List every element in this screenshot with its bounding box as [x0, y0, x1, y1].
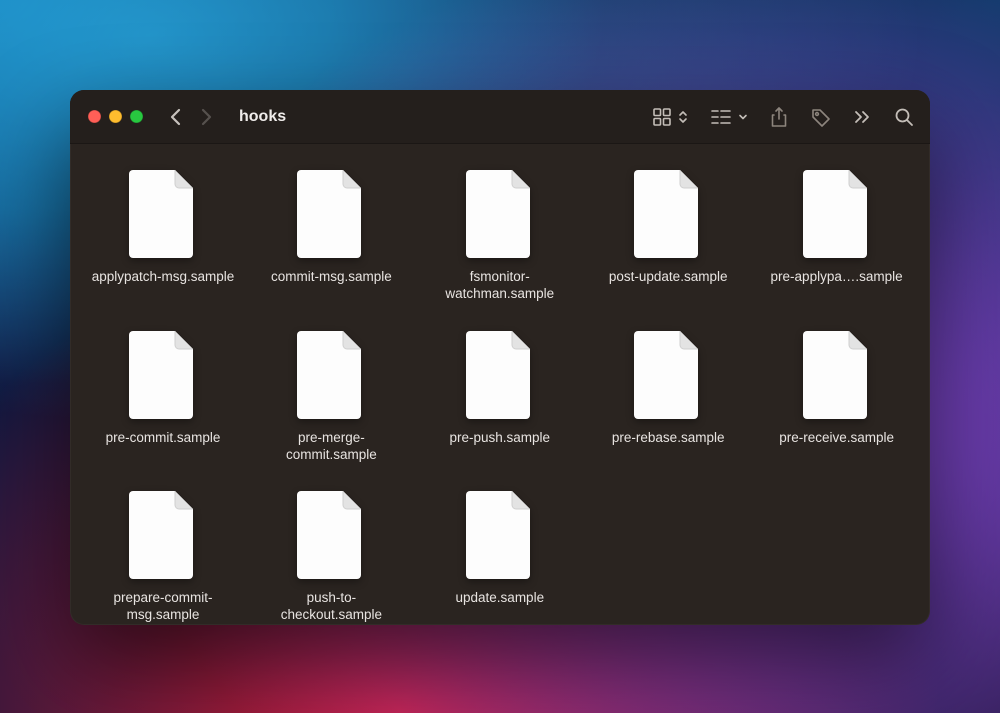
- document-icon: [295, 329, 367, 421]
- file-label: fsmonitor-watchman.sample: [425, 268, 575, 303]
- tags-button[interactable]: [810, 107, 832, 127]
- document-icon: [801, 168, 873, 260]
- titlebar: hooks: [70, 90, 930, 144]
- search-button[interactable]: [894, 107, 914, 127]
- icon-grid-icon: [652, 107, 672, 127]
- toolbar-right: [652, 106, 914, 128]
- forward-button[interactable]: [200, 107, 213, 127]
- file-label: update.sample: [456, 589, 545, 606]
- file-label: pre-applypa….sample: [771, 268, 903, 285]
- file-label: post-update.sample: [609, 268, 728, 285]
- back-button[interactable]: [169, 107, 182, 127]
- file-item[interactable]: pre-commit.sample: [88, 329, 238, 464]
- document-icon: [632, 329, 704, 421]
- document-icon: [464, 168, 536, 260]
- minimize-button[interactable]: [109, 110, 122, 123]
- chevron-updown-icon: [678, 109, 688, 125]
- window-controls: [88, 110, 143, 123]
- document-icon: [632, 168, 704, 260]
- file-label: pre-commit.sample: [106, 429, 221, 446]
- file-item[interactable]: push-to-checkout.sample: [256, 489, 406, 624]
- file-grid: applypatch-msg.sample commit-msg.sample fs…: [88, 168, 912, 624]
- file-label: pre-rebase.sample: [612, 429, 725, 446]
- file-item[interactable]: update.sample: [425, 489, 575, 624]
- file-label: commit-msg.sample: [271, 268, 392, 285]
- view-mode-button[interactable]: [652, 107, 688, 127]
- chevron-down-icon: [738, 112, 748, 122]
- file-item[interactable]: commit-msg.sample: [256, 168, 406, 303]
- file-item[interactable]: pre-merge-commit.sample: [256, 329, 406, 464]
- content-area[interactable]: applypatch-msg.sample commit-msg.sample fs…: [70, 144, 930, 625]
- search-icon: [894, 107, 914, 127]
- document-icon: [801, 329, 873, 421]
- nav-buttons: [169, 107, 213, 127]
- file-item[interactable]: pre-receive.sample: [762, 329, 912, 464]
- file-item[interactable]: applypatch-msg.sample: [88, 168, 238, 303]
- more-button[interactable]: [854, 109, 872, 125]
- document-icon: [464, 329, 536, 421]
- file-label: pre-receive.sample: [779, 429, 894, 446]
- share-icon: [770, 106, 788, 128]
- finder-window: hooks: [70, 90, 930, 625]
- zoom-button[interactable]: [130, 110, 143, 123]
- document-icon: [295, 168, 367, 260]
- tag-icon: [810, 107, 832, 127]
- file-item[interactable]: pre-applypa….sample: [762, 168, 912, 303]
- file-label: prepare-commit-msg.sample: [88, 589, 238, 624]
- close-button[interactable]: [88, 110, 101, 123]
- document-icon: [127, 168, 199, 260]
- file-label: pre-merge-commit.sample: [256, 429, 406, 464]
- file-label: applypatch-msg.sample: [92, 268, 235, 285]
- group-by-button[interactable]: [710, 108, 748, 126]
- document-icon: [127, 329, 199, 421]
- file-item[interactable]: pre-rebase.sample: [593, 329, 743, 464]
- document-icon: [295, 489, 367, 581]
- share-button[interactable]: [770, 106, 788, 128]
- window-title: hooks: [239, 108, 286, 126]
- chevron-double-right-icon: [854, 109, 872, 125]
- document-icon: [464, 489, 536, 581]
- document-icon: [127, 489, 199, 581]
- file-item[interactable]: prepare-commit-msg.sample: [88, 489, 238, 624]
- file-item[interactable]: fsmonitor-watchman.sample: [425, 168, 575, 303]
- file-item[interactable]: post-update.sample: [593, 168, 743, 303]
- file-item[interactable]: pre-push.sample: [425, 329, 575, 464]
- file-label: pre-push.sample: [450, 429, 551, 446]
- group-icon: [710, 108, 732, 126]
- file-label: push-to-checkout.sample: [256, 589, 406, 624]
